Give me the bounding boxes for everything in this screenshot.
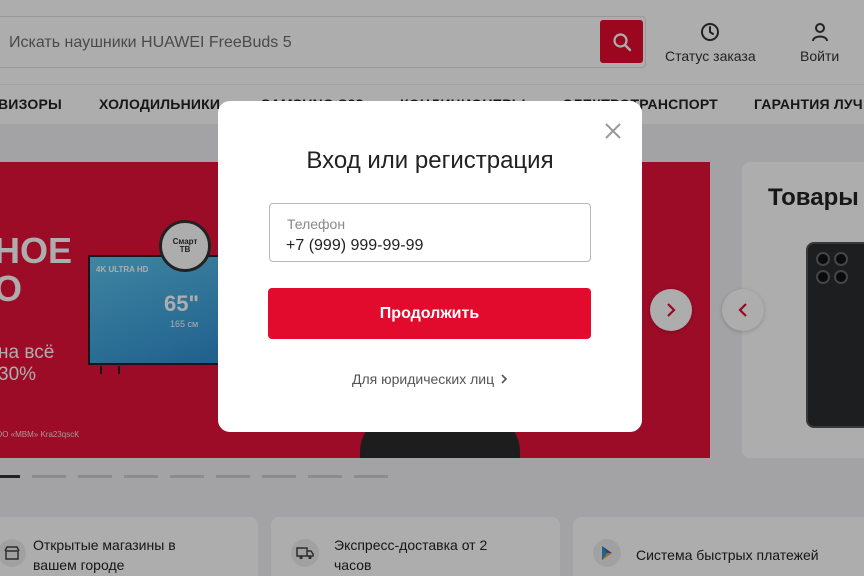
close-button[interactable]: [603, 121, 623, 141]
modal-title: Вход или регистрация: [306, 147, 554, 174]
legal-entities-link[interactable]: Для юридических лиц: [218, 371, 642, 387]
login-modal: Вход или регистрация Телефон Продолжить …: [218, 101, 642, 432]
chevron-right-icon: [501, 374, 508, 384]
phone-field-label: Телефон: [287, 216, 346, 232]
phone-field[interactable]: Телефон: [269, 203, 591, 262]
continue-button[interactable]: Продолжить: [268, 288, 591, 339]
phone-input[interactable]: [286, 235, 576, 257]
close-icon: [605, 123, 621, 139]
